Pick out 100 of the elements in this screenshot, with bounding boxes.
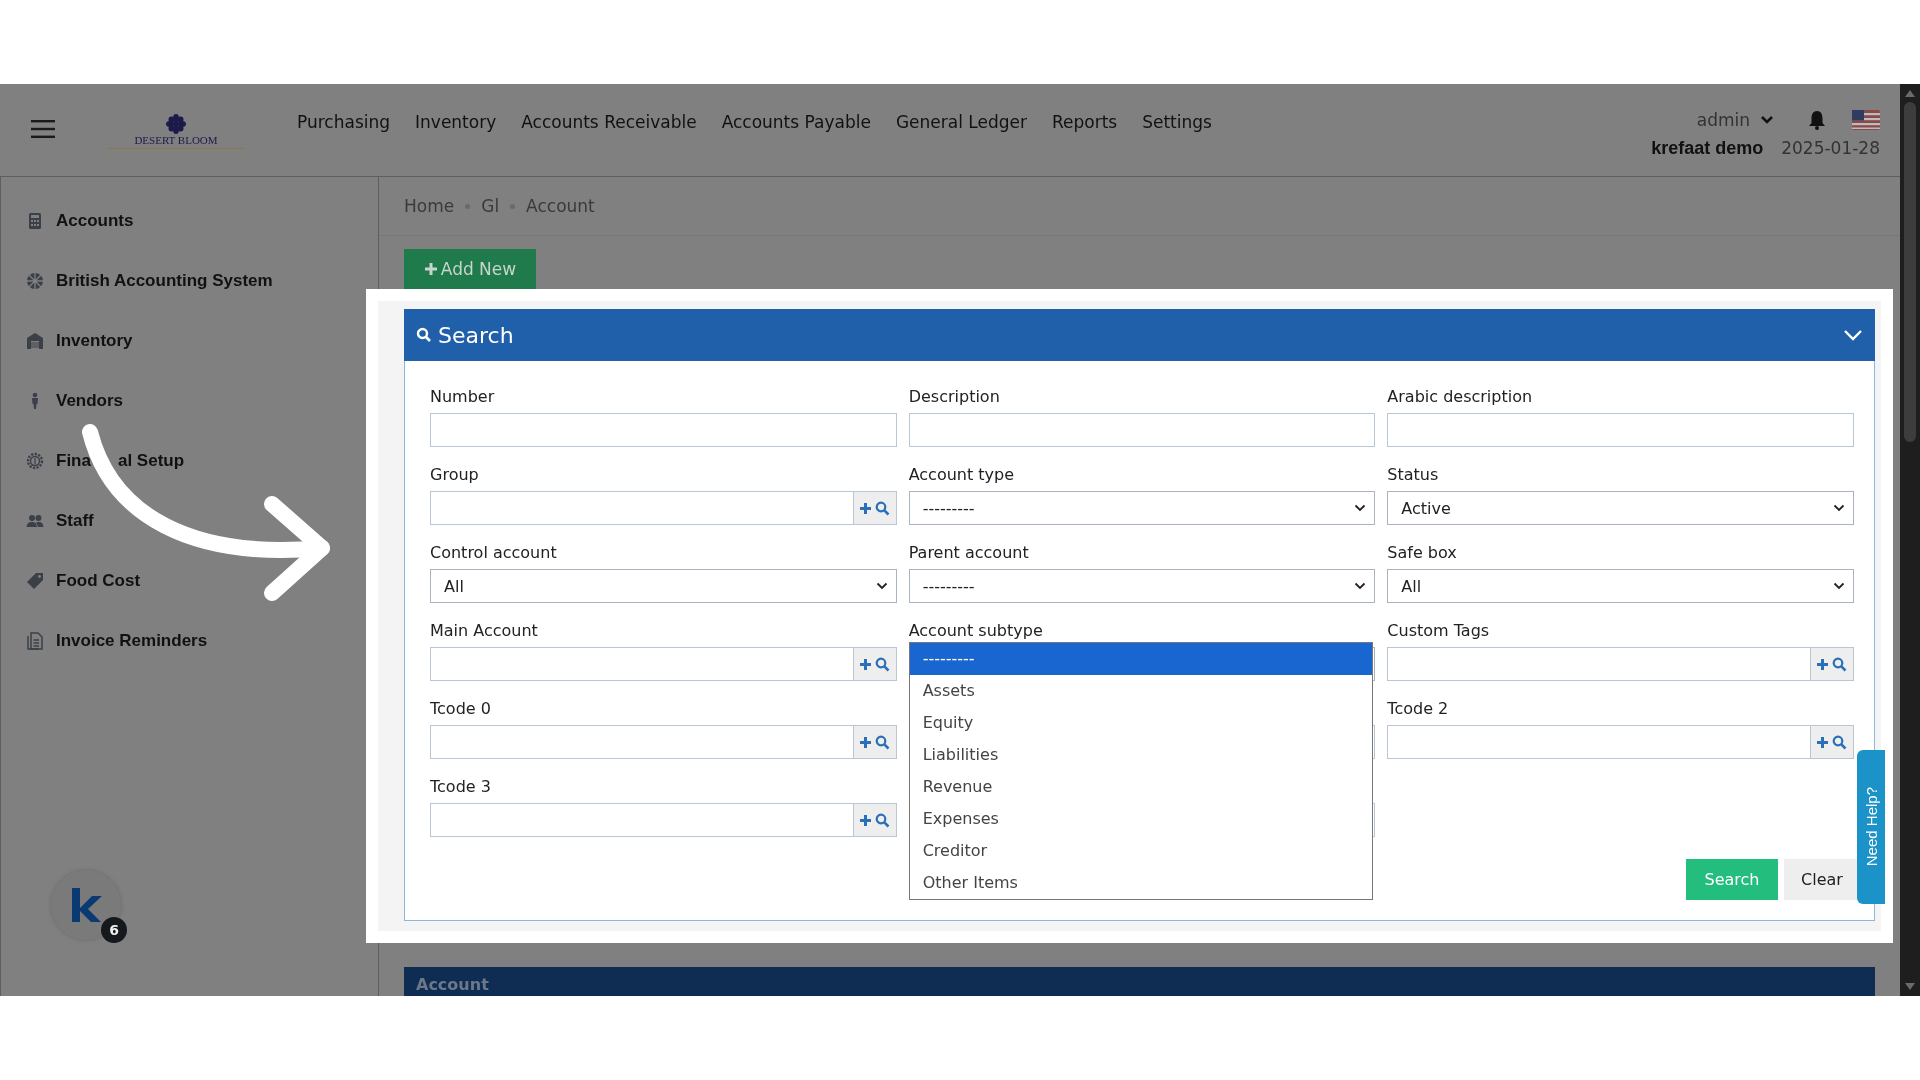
chevron-down-icon — [875, 582, 888, 590]
date-text: 2025-01-28 — [1781, 138, 1880, 159]
dropdown-select[interactable]: All — [430, 569, 897, 603]
field-label: Custom Tags — [1387, 621, 1491, 641]
sidebar-item[interactable]: Staff — [26, 504, 94, 538]
bell-icon[interactable] — [1808, 110, 1826, 130]
search-icon — [1832, 734, 1848, 750]
dropdown-select[interactable]: --------- — [908, 491, 1376, 525]
dropdown-option[interactable]: Liabilities — [909, 739, 1373, 771]
breadcrumb-link[interactable]: Home — [404, 196, 455, 216]
people-icon — [26, 512, 44, 530]
field-label: Tcode 2 — [1387, 699, 1450, 719]
field-label: Control account — [430, 543, 558, 563]
dropdown-select[interactable]: Active — [1387, 491, 1854, 525]
nav-link[interactable]: Reports — [1051, 111, 1118, 133]
sidebar-label: British Accounting System — [56, 271, 273, 291]
input-field[interactable] — [1387, 725, 1811, 759]
plus-icon — [859, 813, 873, 827]
dropdown-select[interactable]: --------- — [908, 569, 1376, 603]
lookup-button[interactable] — [1811, 647, 1854, 681]
search-button[interactable]: Search — [1686, 859, 1778, 900]
plus-icon — [1816, 735, 1830, 749]
lookup-button[interactable] — [853, 803, 897, 837]
sidebar-item[interactable]: Inventory — [26, 324, 133, 358]
sidebar-label: Vendors — [56, 391, 124, 411]
globe-icon — [26, 272, 44, 290]
input-field[interactable] — [1387, 647, 1811, 681]
input-field[interactable] — [430, 647, 854, 681]
dropdown-option[interactable]: Other Items — [909, 867, 1373, 899]
field-label: Number — [430, 387, 496, 407]
search-icon — [875, 500, 891, 516]
search-icon — [416, 327, 432, 343]
input-field[interactable] — [430, 491, 854, 525]
scrollbar[interactable] — [1900, 84, 1920, 996]
field-label: Safe box — [1387, 543, 1458, 563]
input-field[interactable] — [1387, 413, 1854, 447]
chevron-down-icon[interactable] — [1760, 115, 1774, 125]
sidebar-label: Staff — [56, 511, 94, 531]
calculator-icon — [26, 212, 44, 230]
field-label: Account type — [908, 465, 1016, 485]
field-label: Status — [1387, 465, 1440, 485]
chevron-down-icon — [1833, 582, 1845, 590]
nav-link[interactable]: Inventory — [415, 111, 497, 133]
field-label: Tcode 0 — [430, 699, 492, 719]
dropdown-option[interactable]: Revenue — [909, 771, 1373, 803]
scroll-down-icon[interactable] — [1904, 982, 1916, 992]
search-icon — [875, 734, 891, 750]
sidebar-label: Fina — [56, 451, 91, 471]
dropdown-select[interactable]: All — [1387, 569, 1854, 603]
sidebar-item[interactable]: Fina al Setup — [26, 444, 185, 478]
field-label: Arabic description — [1387, 387, 1534, 407]
lookup-button[interactable] — [853, 647, 897, 681]
user-menu[interactable]: admin — [1696, 110, 1750, 130]
dropdown-option[interactable]: Assets — [909, 675, 1373, 707]
search-icon — [875, 812, 891, 828]
plus-icon — [1816, 657, 1830, 671]
sidebar-label: Food Cost — [56, 571, 141, 591]
need-help-tab[interactable]: Need Help? — [1857, 750, 1885, 904]
company-name: krefaat demo — [1651, 138, 1764, 159]
notification-count: 6 — [101, 917, 127, 943]
clear-button[interactable]: Clear — [1784, 859, 1860, 900]
field-label: Main Account — [430, 621, 539, 641]
dropdown-option[interactable]: --------- — [909, 643, 1373, 675]
nav-link[interactable]: General Ledger — [895, 111, 1027, 133]
chevron-down-icon — [1354, 582, 1367, 590]
lookup-button[interactable] — [1811, 725, 1854, 759]
input-field[interactable] — [430, 803, 854, 837]
input-field[interactable] — [430, 725, 854, 759]
nav-link[interactable]: Settings — [1142, 111, 1212, 133]
dropdown-option[interactable]: Creditor — [909, 835, 1373, 867]
nav-link[interactable]: Purchasing — [297, 111, 391, 133]
add-new-button[interactable]: Add New — [404, 249, 536, 289]
plus-icon — [859, 501, 873, 515]
input-field[interactable] — [908, 413, 1376, 447]
dropdown-option[interactable]: Equity — [909, 707, 1373, 739]
menu-icon[interactable] — [31, 120, 55, 138]
input-field[interactable] — [430, 413, 897, 447]
sidebar-label: Invoice Reminders — [56, 631, 208, 651]
flag-icon[interactable] — [1852, 110, 1880, 130]
sidebar-item[interactable]: Invoice Reminders — [26, 624, 208, 658]
panel-header[interactable]: Search — [404, 309, 1875, 361]
sidebar-item[interactable]: British Accounting System — [26, 264, 273, 298]
breadcrumb-link[interactable]: Gl — [481, 196, 500, 216]
sidebar-label: Accounts — [56, 211, 134, 231]
panel-title: Search — [438, 322, 514, 348]
sidebar-item[interactable]: Food Cost — [26, 564, 141, 598]
chat-avatar[interactable] — [51, 870, 121, 940]
nav-link[interactable]: Accounts Receivable — [521, 111, 697, 133]
lookup-button[interactable] — [853, 491, 897, 525]
nav-link[interactable]: Accounts Payable — [721, 111, 871, 133]
field-label: Group — [430, 465, 480, 485]
sidebar-item[interactable]: Accounts — [26, 204, 134, 238]
scroll-up-icon[interactable] — [1904, 88, 1916, 98]
scrollbar-thumb[interactable] — [1904, 102, 1916, 442]
lookup-button[interactable] — [853, 725, 897, 759]
sidebar-label: al Setup — [117, 451, 185, 471]
sidebar-label: Inventory — [56, 331, 133, 351]
warehouse-icon — [26, 332, 44, 350]
sidebar-item[interactable]: Vendors — [26, 384, 124, 418]
tag-icon — [26, 572, 44, 590]
